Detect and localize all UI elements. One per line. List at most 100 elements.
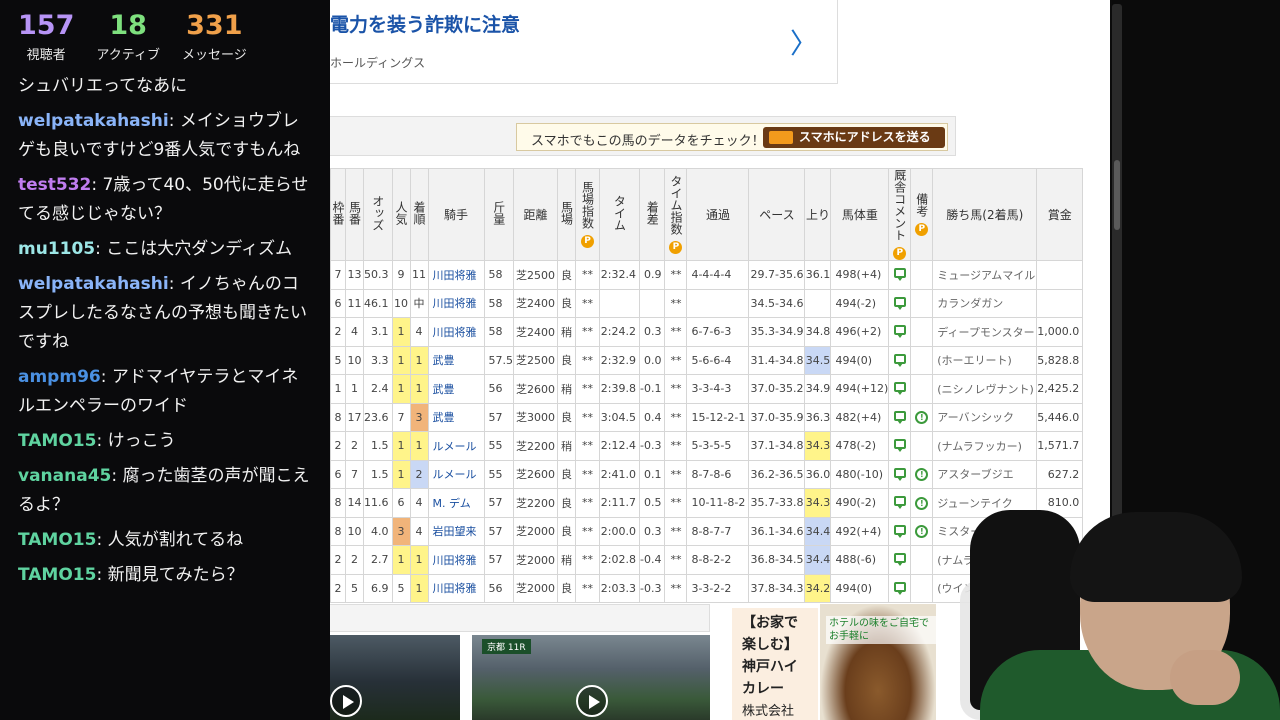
cell-note[interactable]: ! (910, 402, 934, 432)
send-address-button[interactable]: スマホにアドレスを送る (763, 127, 945, 148)
cell-winner[interactable]: ディープモンスター (932, 317, 1038, 347)
cell-jockey[interactable]: 川田将雅 (427, 288, 485, 318)
cell-winner[interactable]: アスターブジエ (932, 459, 1038, 489)
scrollbar-thumb[interactable] (1114, 160, 1120, 230)
cell-comment[interactable] (888, 260, 912, 290)
cell-jockey[interactable]: 武豊 (427, 345, 485, 375)
curry-ad[interactable]: 【お家で楽しむ】神戸ハイカレー 株式会社 ホテルの味をご自宅でお手軽に ▷× (730, 604, 1025, 720)
messages-stat: 331 メッセージ (182, 10, 247, 63)
curry-ad-text[interactable]: 【お家で楽しむ】神戸ハイカレー 株式会社 (732, 608, 818, 720)
video-thumbnail-1[interactable] (330, 635, 460, 720)
note-alert-icon[interactable]: ! (915, 496, 929, 510)
cell-comment[interactable] (888, 431, 912, 461)
cell-jockey[interactable]: M. デム (427, 488, 485, 518)
header-note[interactable]: 備考 P (910, 168, 934, 261)
cell-note (910, 345, 934, 375)
cell-comment[interactable] (888, 488, 912, 518)
cell-winner[interactable]: (ホーエリート) (932, 345, 1038, 375)
cell-jockey[interactable]: ルメール (427, 431, 485, 461)
cell-timeidx: ** (664, 431, 688, 461)
cell-comment[interactable] (888, 345, 912, 375)
cell-time (599, 288, 640, 318)
note-alert-icon[interactable]: ! (915, 411, 929, 425)
cell-chakusa: 0.1 (638, 459, 666, 489)
chat-username[interactable]: TAMO15 (18, 530, 96, 550)
comment-bubble-icon[interactable] (893, 325, 906, 339)
cell-winner[interactable]: アーバンシック (932, 402, 1038, 432)
cell-comment[interactable] (888, 317, 912, 347)
chat-username[interactable]: test532 (18, 175, 91, 195)
cell-jockey[interactable]: 岩田望来 (427, 516, 485, 546)
comment-bubble-icon[interactable] (893, 382, 906, 396)
comment-bubble-icon[interactable] (893, 296, 906, 310)
cell-babaidx: ** (575, 345, 600, 375)
chat-message: welpatakahashi: メイショウブレゲも良いですけど9番人気ですもんね (18, 107, 314, 165)
header-comment[interactable]: 厩舎コメント P (888, 168, 912, 261)
cell-comment[interactable] (888, 459, 912, 489)
cell-babaidx: ** (575, 288, 600, 318)
cell-jockey[interactable]: ルメール (427, 459, 485, 489)
cell-odds: 2.4 (363, 374, 393, 404)
cell-comment[interactable] (888, 374, 912, 404)
cell-kyori: 芝3000 (513, 402, 558, 432)
cell-winner[interactable]: (ナムラフッカー) (932, 431, 1038, 461)
comment-bubble-icon[interactable] (893, 581, 906, 595)
comment-bubble-icon[interactable] (893, 467, 906, 481)
cell-winner[interactable]: ミュージアムマイル (932, 260, 1038, 290)
cell-note[interactable]: ! (910, 488, 934, 518)
cell-weight: 490(-2) (830, 488, 890, 518)
chat-username[interactable]: mu1105 (18, 239, 95, 259)
cell-note[interactable]: ! (910, 516, 934, 546)
chat-username[interactable]: ampm96 (18, 367, 101, 387)
chevron-right-icon[interactable]: 〉 (790, 22, 818, 62)
comment-bubble-icon[interactable] (893, 439, 906, 453)
cell-odds: 4.0 (363, 516, 393, 546)
cell-comment[interactable] (888, 402, 912, 432)
comment-bubble-icon[interactable] (893, 410, 906, 424)
comment-bubble-icon[interactable] (893, 353, 906, 367)
comment-bubble-icon[interactable] (893, 524, 906, 538)
cell-chakusa: 0.3 (638, 317, 666, 347)
header-time-index[interactable]: タイム指数 P (664, 168, 688, 261)
streamer-hand (1170, 650, 1240, 705)
cell-jockey[interactable]: 武豊 (427, 374, 485, 404)
cell-jockey[interactable]: 川田将雅 (427, 573, 485, 603)
curry-ad-image[interactable]: ホテルの味をご自宅でお手軽に ▷× (820, 604, 1025, 720)
cell-note (910, 374, 934, 404)
chat-username[interactable]: TAMO15 (18, 431, 96, 451)
play-icon[interactable] (330, 685, 362, 717)
cell-winner[interactable]: カランダガン (932, 288, 1038, 318)
ad-title[interactable]: 電力を装う詐欺に注意 (330, 10, 520, 37)
cell-note[interactable]: ! (910, 459, 934, 489)
top-ad-banner[interactable]: 電力を装う詐欺に注意 ホールディングス 〉 (330, 0, 838, 84)
chat-username[interactable]: TAMO15 (18, 565, 96, 585)
page-scrollbar[interactable] (1112, 4, 1122, 524)
note-alert-icon[interactable]: ! (915, 468, 929, 482)
comment-bubble-icon[interactable] (893, 496, 906, 510)
cell-jockey[interactable]: 川田将雅 (427, 317, 485, 347)
cell-jockey[interactable]: 武豊 (427, 402, 485, 432)
cell-time: 2:41.0 (599, 459, 640, 489)
cell-agari: 36.1 (804, 260, 832, 290)
cell-comment[interactable] (888, 545, 912, 575)
cell-winner[interactable]: (ニシノレヴナント) (932, 374, 1038, 404)
cell-jockey[interactable]: 川田将雅 (427, 260, 485, 290)
chat-username[interactable]: welpatakahashi (18, 274, 169, 294)
header-baba-index[interactable]: 馬場指数 P (575, 168, 600, 261)
chat-username[interactable]: vanana45 (18, 466, 111, 486)
cell-timeidx: ** (664, 573, 688, 603)
cell-comment[interactable] (888, 573, 912, 603)
cell-chakusa: 0.0 (638, 345, 666, 375)
cell-baba: 良 (557, 488, 576, 518)
video-thumbnail-2[interactable]: 京都 11R (472, 635, 710, 720)
chat-username[interactable]: welpatakahashi (18, 111, 169, 131)
cell-comment[interactable] (888, 288, 912, 318)
comment-bubble-icon[interactable] (893, 553, 906, 567)
note-alert-icon[interactable]: ! (915, 525, 929, 539)
cell-weight: 496(+2) (830, 317, 890, 347)
cell-timeidx: ** (664, 374, 688, 404)
comment-bubble-icon[interactable] (893, 268, 906, 282)
play-icon[interactable] (576, 685, 608, 717)
cell-jockey[interactable]: 川田将雅 (427, 545, 485, 575)
cell-comment[interactable] (888, 516, 912, 546)
